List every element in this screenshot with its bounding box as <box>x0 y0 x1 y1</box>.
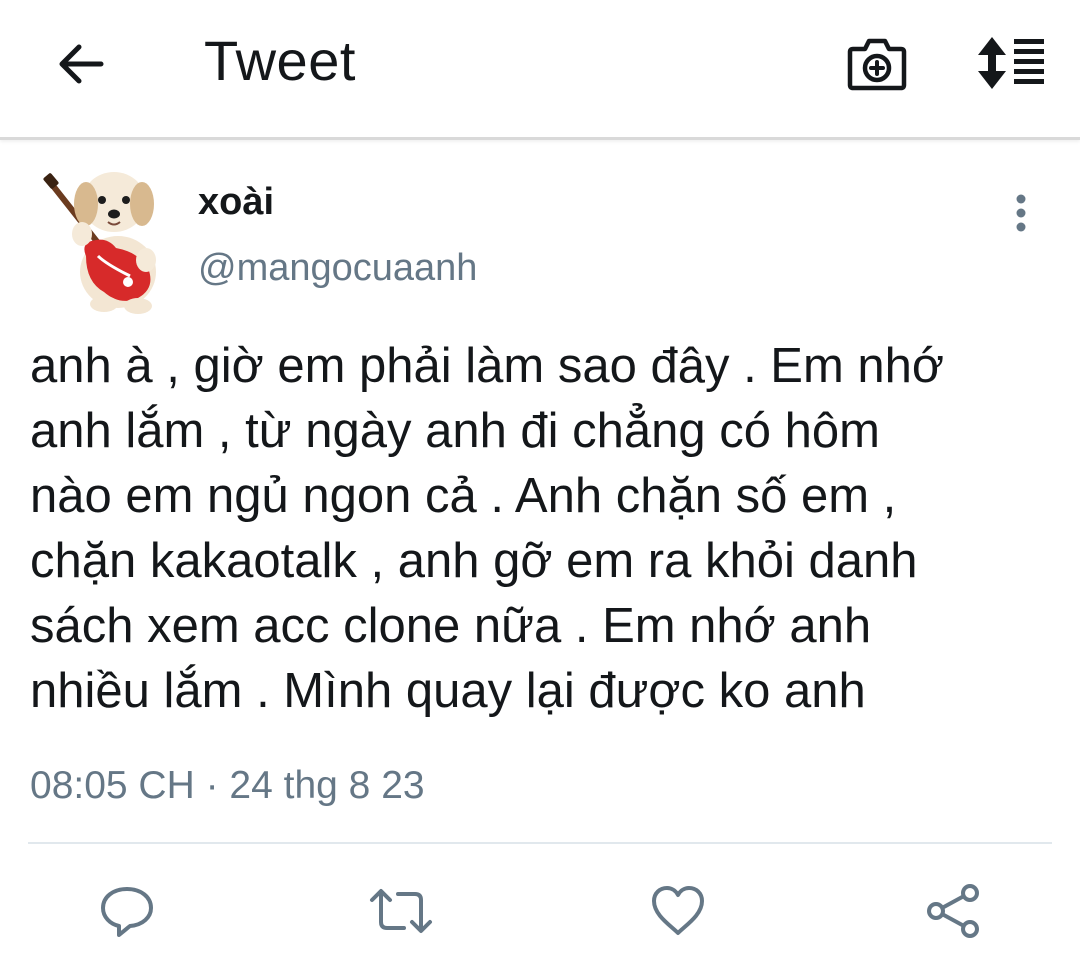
page-title: Tweet <box>204 29 356 92</box>
back-button[interactable] <box>44 28 116 100</box>
camera-button[interactable] <box>838 30 916 96</box>
speech-bubble-icon <box>101 887 153 937</box>
reply-button[interactable] <box>92 876 162 946</box>
retweet-button[interactable] <box>366 876 436 946</box>
sort-button[interactable] <box>970 30 1054 96</box>
heart-icon <box>652 886 704 935</box>
top-app-bar: Tweet <box>0 0 1080 140</box>
arrow-left-icon <box>59 44 104 84</box>
display-name[interactable]: xoài <box>198 180 274 224</box>
divider <box>28 842 1052 844</box>
more-vertical-icon <box>1016 194 1026 232</box>
share-button[interactable] <box>918 876 988 946</box>
puppy-guitar-avatar <box>43 172 156 314</box>
tweet-timestamp: 08:05 CH · 24 thg 8 23 <box>30 764 425 807</box>
camera-add-icon <box>847 38 907 91</box>
more-options-button[interactable] <box>996 188 1046 238</box>
tweet-text: anh à , giờ em phải làm sao đây . Em nhớ… <box>30 339 945 718</box>
retweet-icon <box>370 889 432 933</box>
share-icon <box>927 884 979 938</box>
avatar[interactable] <box>42 164 170 314</box>
sort-list-icon <box>978 37 1044 89</box>
user-handle[interactable]: @mangocuaanh <box>198 246 477 290</box>
like-button[interactable] <box>643 876 713 946</box>
